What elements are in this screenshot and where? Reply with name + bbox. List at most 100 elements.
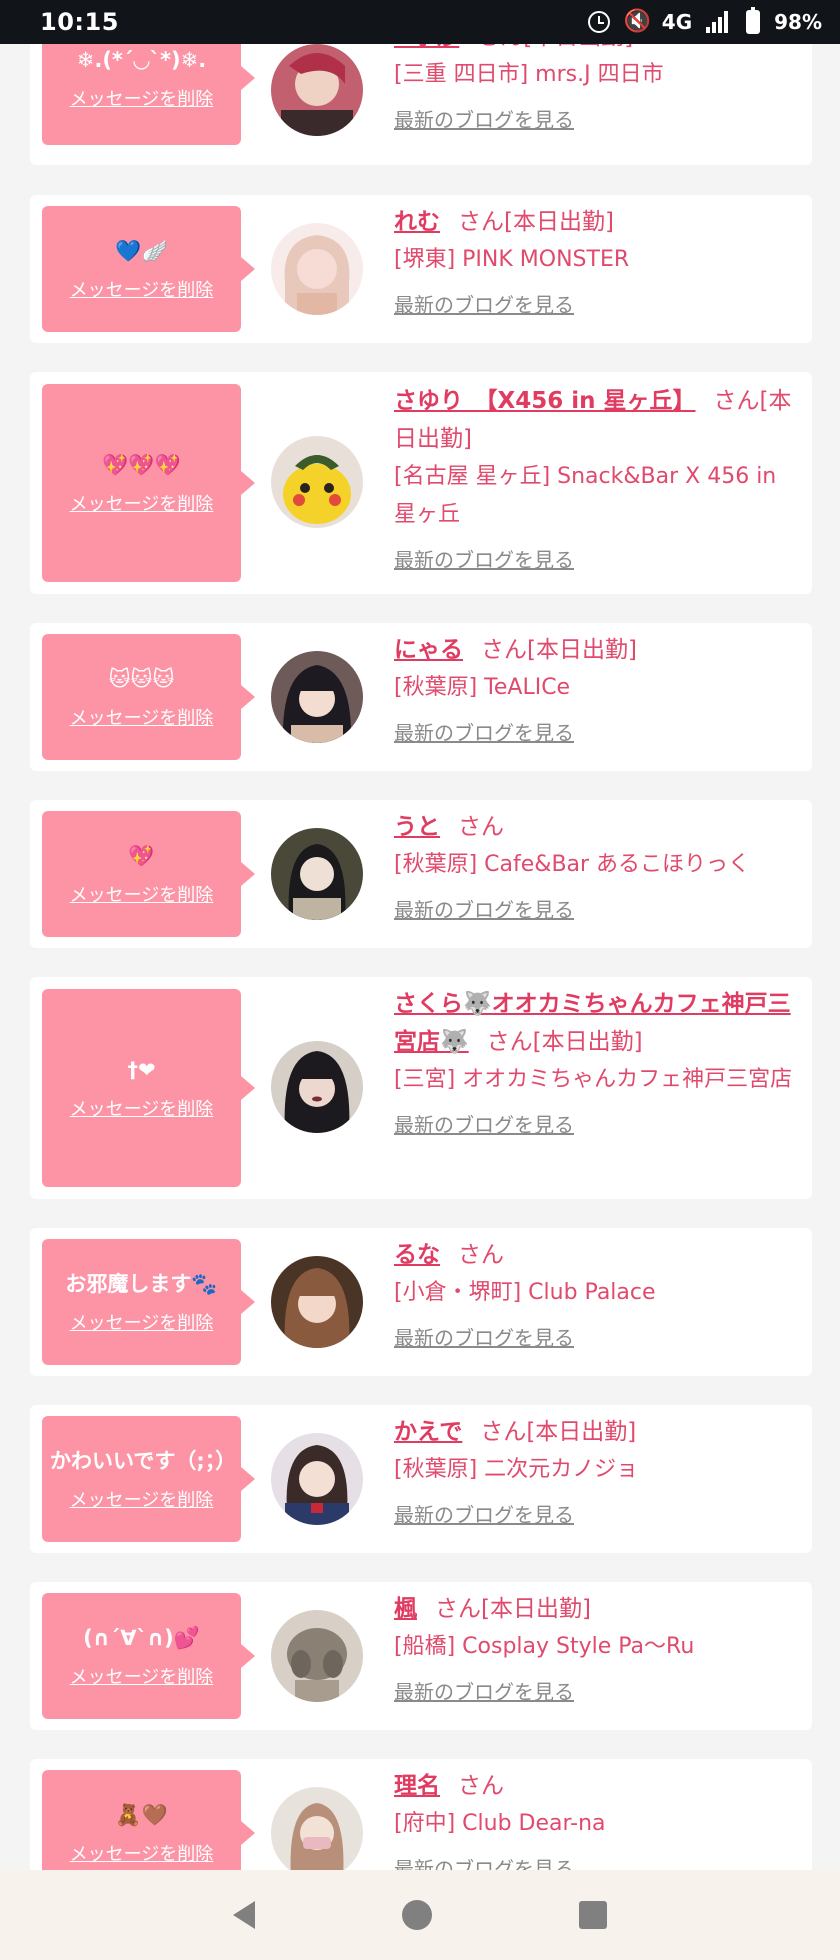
- status-icons: 🔇 4G 98%: [587, 7, 822, 34]
- avatar[interactable]: [271, 828, 363, 920]
- home-icon[interactable]: [401, 1900, 432, 1930]
- message-text: ❄.(*´◡`*)❄.: [76, 47, 207, 72]
- cast-name-link[interactable]: れむ: [394, 209, 440, 235]
- cast-name-link[interactable]: 楓: [394, 1596, 417, 1622]
- latest-blog-link[interactable]: 最新のブログを見る: [394, 1672, 804, 1712]
- shop-name: [三宮] オオカミちゃんカフェ神戸三宮店: [394, 1067, 793, 1092]
- avatar[interactable]: [271, 1256, 363, 1348]
- delete-message-link[interactable]: メッセージを削除: [70, 1095, 214, 1121]
- message-bubble: 🐱🐱🐱 メッセージを削除: [42, 634, 255, 760]
- latest-blog-link[interactable]: 最新のブログを見る: [394, 540, 804, 580]
- cast-name-link[interactable]: にゃる: [394, 637, 463, 663]
- shop-name: [秋葉原] 二次元カノジョ: [394, 1457, 639, 1482]
- message-text: 💖💖💖: [102, 453, 181, 477]
- message-text: 💙🪽: [115, 239, 168, 263]
- avatar-image: [271, 828, 363, 920]
- message-bubble: 🧸🤎 メッセージを削除: [42, 1770, 255, 1870]
- avatar-image: [271, 1610, 363, 1702]
- mute-icon: 🔇: [623, 9, 652, 34]
- avatar[interactable]: [271, 1041, 363, 1133]
- avatar[interactable]: [271, 651, 363, 743]
- delete-message-link[interactable]: メッセージを削除: [70, 1840, 214, 1866]
- cast-status: さん[本日出勤]: [481, 637, 637, 663]
- shop-name: [船橋] Cosplay Style Pa～Ru: [394, 1634, 695, 1659]
- cast-status: さん: [458, 1242, 504, 1268]
- cast-status: さん[本日出勤]: [458, 209, 614, 235]
- delete-message-link[interactable]: メッセージを削除: [70, 1309, 214, 1335]
- delete-message-link[interactable]: メッセージを削除: [70, 85, 214, 111]
- signal-icon: [706, 11, 732, 33]
- message-card: (∩´∀`∩)💕 メッセージを削除 楓さん[本日出勤] [船橋] Cosplay…: [30, 1582, 812, 1730]
- shop-name: [名古屋 星ヶ丘] Snack&Bar X 456 in 星ヶ丘: [394, 464, 777, 527]
- message-bubble: (∩´∀`∩)💕 メッセージを削除: [42, 1593, 255, 1719]
- recent-apps-icon[interactable]: [578, 1901, 607, 1929]
- cast-status: さん[本日出勤]: [435, 1596, 591, 1622]
- latest-blog-link[interactable]: 最新のブログを見る: [394, 713, 804, 753]
- message-text: 🐱🐱🐱: [108, 667, 175, 691]
- cast-status: さん[本日出勤]: [486, 1029, 643, 1055]
- status-time: 10:15: [40, 8, 119, 36]
- message-bubble: †❤ メッセージを削除: [42, 989, 255, 1187]
- message-card: †❤ メッセージを削除 さくら🐺オオカミちゃんカフェ神戸三宮店🐺 さん[本日出勤]…: [30, 977, 812, 1199]
- delete-message-link[interactable]: メッセージを削除: [70, 1663, 214, 1689]
- avatar[interactable]: [271, 1610, 363, 1702]
- avatar[interactable]: [271, 44, 363, 136]
- message-text: †❤: [127, 1058, 156, 1082]
- avatar-image: [271, 1433, 363, 1525]
- avatar[interactable]: [271, 1787, 363, 1870]
- cast-info: うと さん [秋葉原] Cafe&Bar あるこほりっく 最新のブログを見る: [394, 808, 804, 930]
- system-nav-bar: [0, 1870, 840, 1960]
- message-bubble: 💙🪽 メッセージを削除: [42, 206, 255, 332]
- network-type: 4G: [661, 10, 693, 34]
- latest-blog-link[interactable]: 最新のブログを見る: [394, 1105, 804, 1145]
- delete-message-link[interactable]: メッセージを削除: [70, 881, 214, 907]
- latest-blog-link[interactable]: 最新のブログを見る: [394, 890, 804, 930]
- shop-name: [堺東] PINK MONSTER: [394, 247, 630, 272]
- delete-message-link[interactable]: メッセージを削除: [70, 276, 214, 302]
- message-list[interactable]: ❄.(*´◡`*)❄. メッセージを削除 ❤季莎さん[本日出勤] [三重 四日市…: [0, 0, 840, 1870]
- avatar[interactable]: [271, 1433, 363, 1525]
- avatar[interactable]: [271, 436, 363, 528]
- delete-message-link[interactable]: メッセージを削除: [70, 490, 214, 516]
- latest-blog-link[interactable]: 最新のブログを見る: [394, 100, 804, 140]
- message-bubble: かわいいです（;；） メッセージを削除: [42, 1416, 255, 1542]
- avatar-image: [271, 1041, 363, 1133]
- message-card: お邪魔します🐾 メッセージを削除 るな さん [小倉・堺町] Club Palac…: [30, 1228, 812, 1376]
- message-bubble: お邪魔します🐾 メッセージを削除: [42, 1239, 255, 1365]
- shop-name: [秋葉原] TeALICe: [394, 675, 571, 700]
- cast-info: れむ さん[本日出勤] [堺東] PINK MONSTER 最新のブログを見る: [394, 203, 804, 325]
- cast-info: さくら🐺オオカミちゃんカフェ神戸三宮店🐺 さん[本日出勤] [三宮] オオカミちゃ…: [394, 985, 804, 1145]
- message-card: 💖 メッセージを削除 うと さん [秋葉原] Cafe&Bar あるこほりっく 最…: [30, 800, 812, 948]
- cast-name-link[interactable]: うと: [394, 814, 440, 840]
- message-text: 🧸🤎: [115, 1803, 168, 1827]
- cast-name-link[interactable]: さゆり 【X456 in 星ヶ丘】: [394, 388, 696, 414]
- avatar-image: [271, 223, 363, 315]
- avatar-image: [271, 1787, 363, 1870]
- cast-name-link[interactable]: かえで: [394, 1419, 462, 1445]
- delete-message-link[interactable]: メッセージを削除: [70, 704, 214, 730]
- message-card: 🧸🤎 メッセージを削除 理名 さん [府中] Club Dear-na 最新のブロ…: [30, 1759, 812, 1870]
- cast-info: かえで さん[本日出勤] [秋葉原] 二次元カノジョ 最新のブログを見る: [394, 1413, 804, 1535]
- cast-info: 楓さん[本日出勤] [船橋] Cosplay Style Pa～Ru 最新のブロ…: [394, 1590, 804, 1712]
- cast-info: にゃる さん[本日出勤] [秋葉原] TeALICe 最新のブログを見る: [394, 631, 804, 753]
- shop-name: [秋葉原] Cafe&Bar あるこほりっく: [394, 852, 751, 877]
- latest-blog-link[interactable]: 最新のブログを見る: [394, 1495, 804, 1535]
- message-card: 🐱🐱🐱 メッセージを削除 にゃる さん[本日出勤] [秋葉原] TeALICe 最…: [30, 623, 812, 771]
- message-bubble: 💖💖💖 メッセージを削除: [42, 384, 255, 582]
- latest-blog-link[interactable]: 最新のブログを見る: [394, 1849, 804, 1870]
- message-text: (∩´∀`∩)💕: [83, 1626, 200, 1650]
- cast-name-link[interactable]: るな: [394, 1242, 440, 1268]
- message-card: 💙🪽 メッセージを削除 れむ さん[本日出勤] [堺東] PINK MONSTER…: [30, 195, 812, 343]
- latest-blog-link[interactable]: 最新のブログを見る: [394, 285, 804, 325]
- message-text: かわいいです（;；）: [50, 1449, 237, 1473]
- cast-name-link[interactable]: 理名: [394, 1773, 440, 1799]
- avatar-image: [271, 651, 363, 743]
- avatar[interactable]: [271, 223, 363, 315]
- message-text: 💖: [128, 844, 155, 868]
- battery-icon: [746, 7, 761, 34]
- back-icon[interactable]: [233, 1901, 256, 1929]
- delete-message-link[interactable]: メッセージを削除: [70, 1486, 214, 1512]
- latest-blog-link[interactable]: 最新のブログを見る: [394, 1318, 804, 1358]
- message-bubble: 💖 メッセージを削除: [42, 811, 255, 937]
- cast-info: さゆり 【X456 in 星ヶ丘】 さん[本日出勤] [名古屋 星ヶ丘] Snac…: [394, 382, 804, 580]
